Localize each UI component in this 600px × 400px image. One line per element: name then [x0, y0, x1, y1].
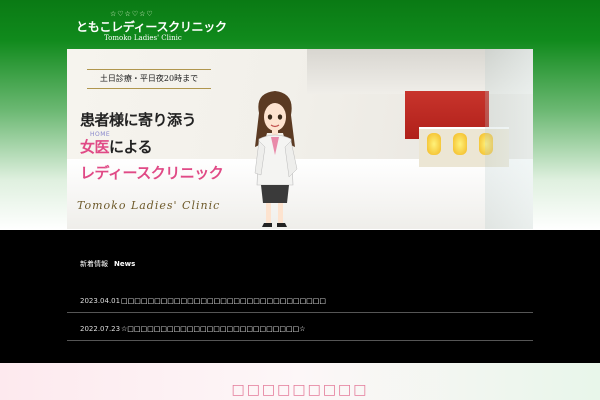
site-header: ☆♡☆♡☆♡ ともこレディースクリニック Tomoko Ladies' Clin…	[0, 0, 600, 230]
clinic-english-name: Tomoko Ladies' Clinic	[77, 199, 221, 212]
doctor-illustration	[254, 91, 298, 227]
news-link[interactable]: ☆□□□□□□□□□□□□□□□□□□□□□□□□□□☆	[121, 325, 306, 333]
counter-lamp	[453, 133, 467, 155]
counter-lamp	[427, 133, 441, 155]
news-item[interactable]: 2023.04.01 □□□□□□□□□□□□□□□□□□□□□□□□□□□□□…	[67, 288, 533, 313]
tagline-line3: レディースクリニック	[80, 164, 224, 182]
news-heading-en: News	[114, 260, 136, 268]
news-date: 2023.04.01	[80, 297, 121, 305]
hours-badge: 土日診療・平日夜20時まで	[87, 69, 211, 89]
logo-subtitle: Tomoko Ladies' Clinic	[104, 34, 182, 42]
glass-partition	[485, 49, 533, 229]
news-heading-jp: 新着情報	[80, 260, 108, 268]
logo-ornament: ☆♡☆♡☆♡	[110, 10, 154, 18]
bottom-section: □□□□□□□□□	[0, 363, 600, 400]
tagline-rest: による	[109, 138, 153, 156]
news-date: 2022.07.23	[80, 325, 121, 333]
tagline-highlight: 女医	[80, 138, 110, 156]
news-link[interactable]: □□□□□□□□□□□□□□□□□□□□□□□□□□□□□□□	[121, 297, 326, 305]
news-section: 新着情報 News 2023.04.01 □□□□□□□□□□□□□□□□□□□□…	[0, 230, 600, 363]
site-logo[interactable]: ☆♡☆♡☆♡ ともこレディースクリニック Tomoko Ladies' Clin…	[76, 10, 227, 44]
news-heading: 新着情報 News	[80, 259, 135, 269]
news-item[interactable]: 2022.07.23 ☆□□□□□□□□□□□□□□□□□□□□□□□□□□☆	[67, 316, 533, 341]
tagline-line2: 女医による	[80, 136, 153, 157]
hero-banner: 土日診療・平日夜20時まで 患者様に寄り添う HOME 女医による レディースク…	[67, 49, 533, 229]
logo-title: ともこレディースクリニック	[76, 20, 227, 34]
tagline-line1: 患者様に寄り添う	[80, 111, 197, 129]
section-heading: □□□□□□□□□	[231, 382, 369, 398]
